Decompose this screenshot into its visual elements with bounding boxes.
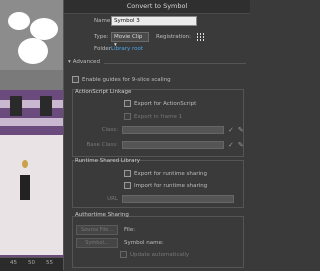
dark-shape (10, 96, 22, 116)
authortime-title: Authortime Sharing (75, 212, 129, 218)
timeline-ruler: 45 50 55 (0, 257, 63, 271)
update-automatically-label: Update automatically (130, 251, 190, 258)
name-input[interactable]: Symbol 3 (111, 16, 197, 26)
export-frame1-label: Export in frame 1 (134, 113, 183, 120)
type-select[interactable]: Movie Clip ▾ (111, 32, 149, 48)
cloud-shape (8, 12, 30, 30)
pencil-icon[interactable]: ✎ (238, 141, 244, 149)
ruler-tick: 55 (46, 260, 53, 266)
name-label: Name: (94, 18, 113, 24)
stripe (0, 118, 63, 126)
check-icon[interactable]: ✓ (228, 126, 234, 134)
actionscript-title: ActionScript Linkage (75, 89, 132, 95)
import-runtime-label: Import for runtime sharing (134, 182, 208, 189)
registration-grid-icon[interactable] (196, 33, 205, 42)
runtime-title: Runtime Shared Library (75, 158, 141, 164)
dialog-title: Convert to Symbol (64, 0, 250, 14)
type-value: Movie Clip (114, 34, 143, 40)
class-input[interactable] (122, 126, 224, 134)
dark-shape (40, 96, 52, 116)
export-frame1-checkbox[interactable] (124, 113, 131, 120)
export-actionscript-label: Export for ActionScript (134, 100, 197, 107)
pencil-icon[interactable]: ✎ (238, 126, 244, 134)
character-button (22, 160, 28, 168)
advanced-toggle[interactable]: Advanced (73, 59, 100, 65)
stage-canvas (0, 0, 63, 270)
symbol-button[interactable]: Symbol... (76, 238, 118, 248)
cloud-shape (30, 18, 58, 40)
divider (104, 63, 246, 64)
character-tie (20, 175, 30, 200)
base-class-input[interactable] (122, 141, 224, 149)
registration-label: Registration: (156, 34, 192, 40)
url-input[interactable] (122, 195, 234, 203)
export-runtime-label: Export for runtime sharing (134, 170, 207, 177)
symbol-name-label: Symbol name: (124, 240, 164, 246)
ruler-tick: 45 (10, 260, 17, 266)
update-automatically-checkbox[interactable] (120, 251, 127, 258)
class-label: Class: (101, 127, 118, 133)
import-runtime-checkbox[interactable] (124, 182, 131, 189)
base-class-label: Base Class: (86, 142, 118, 148)
convert-to-symbol-dialog: Convert to Symbol Name: Symbol 3 Type: M… (63, 0, 250, 270)
guides-label: Enable guides for 9-slice scaling (82, 76, 171, 83)
folder-link[interactable]: Library root (111, 46, 143, 52)
type-label: Type: (94, 34, 109, 40)
folder-label: Folder: (94, 46, 113, 52)
url-label: URL (107, 196, 118, 202)
chevron-down-icon[interactable]: ▾ (68, 59, 71, 65)
export-runtime-checkbox[interactable] (124, 170, 131, 177)
guides-checkbox[interactable] (72, 76, 79, 83)
ruler-tick: 50 (28, 260, 35, 266)
export-actionscript-checkbox[interactable] (124, 100, 131, 107)
file-label: File: (124, 227, 136, 233)
cloud-shape (18, 38, 48, 64)
character-figure (0, 135, 63, 255)
source-file-button[interactable]: Source File... (76, 225, 118, 235)
check-icon[interactable]: ✓ (228, 141, 234, 149)
